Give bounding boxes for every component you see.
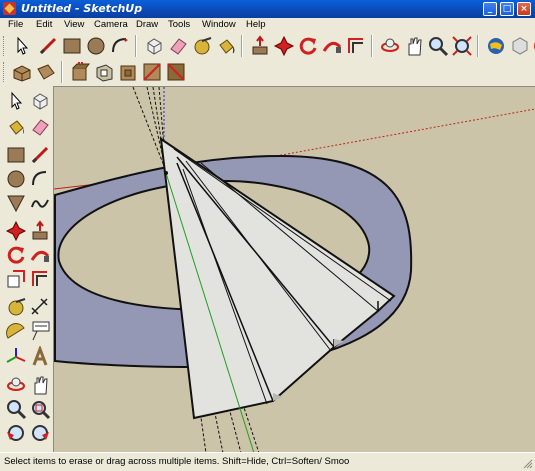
orbit-icon[interactable]	[379, 35, 401, 57]
rotate-icon[interactable]	[297, 35, 319, 57]
menu-edit[interactable]: Edit	[36, 18, 52, 33]
offset-icon[interactable]	[345, 35, 367, 57]
orbit-icon[interactable]	[5, 374, 27, 396]
top-view-icon[interactable]	[35, 61, 57, 83]
make-component-icon[interactable]	[143, 35, 165, 57]
axes-icon[interactable]	[5, 346, 27, 368]
rectangle-icon[interactable]	[5, 144, 27, 166]
select-icon[interactable]	[5, 90, 27, 112]
close-button[interactable]: ×	[517, 2, 531, 16]
zoom-icon[interactable]	[5, 398, 27, 420]
toolbar-separator	[135, 35, 137, 57]
left-view-icon[interactable]	[141, 61, 163, 83]
text-icon[interactable]	[29, 320, 51, 342]
share-model-icon[interactable]	[509, 35, 531, 57]
rotate-icon[interactable]	[5, 244, 27, 266]
rectangle-icon[interactable]	[61, 35, 83, 57]
tape-measure-icon[interactable]	[191, 35, 213, 57]
minimize-button[interactable]: _	[483, 2, 497, 16]
toolbar-grip[interactable]	[3, 36, 7, 56]
drawing-viewport[interactable]	[53, 86, 535, 453]
views-toolbar	[3, 60, 203, 84]
status-bar: Select items to erase or drag across mul…	[0, 452, 535, 471]
menu-bar: File Edit View Camera Draw Tools Window …	[0, 18, 535, 33]
zoom-extents-icon[interactable]	[451, 35, 473, 57]
zoom-window-icon[interactable]	[29, 398, 51, 420]
menu-view[interactable]: View	[64, 18, 84, 33]
paint-bucket-icon[interactable]	[5, 116, 27, 138]
follow-me-icon[interactable]	[321, 35, 343, 57]
pan-icon[interactable]	[403, 35, 425, 57]
follow-me-icon[interactable]	[29, 244, 51, 266]
iso-view-icon[interactable]	[11, 61, 33, 83]
dimension-icon[interactable]	[29, 296, 51, 318]
title-bar[interactable]: Untitled - SketchUp _ □ ×	[0, 0, 535, 18]
toolbar-separator	[371, 35, 373, 57]
sketchup-window: Untitled - SketchUp _ □ × File Edit View…	[0, 0, 535, 471]
components-icon[interactable]	[531, 35, 535, 57]
make-component-icon[interactable]	[29, 90, 51, 112]
select-icon[interactable]	[11, 35, 33, 57]
previous-view-icon[interactable]	[5, 422, 27, 444]
move-icon[interactable]	[273, 35, 295, 57]
maximize-button[interactable]: □	[500, 2, 514, 16]
line-icon[interactable]	[29, 144, 51, 166]
window-title: Untitled - SketchUp	[21, 2, 143, 15]
right-view-icon[interactable]	[93, 61, 115, 83]
scale-icon[interactable]	[5, 268, 27, 290]
menu-help[interactable]: Help	[246, 18, 266, 33]
back-view-icon[interactable]	[117, 61, 139, 83]
toolbar-separator	[241, 35, 243, 57]
offset-icon[interactable]	[29, 268, 51, 290]
circle-icon[interactable]	[85, 35, 107, 57]
arc-icon[interactable]	[109, 35, 131, 57]
protractor-icon[interactable]	[5, 320, 27, 342]
circle-icon[interactable]	[5, 168, 27, 190]
next-view-icon[interactable]	[29, 422, 51, 444]
push-pull-icon[interactable]	[249, 35, 271, 57]
resize-grip-icon[interactable]	[522, 458, 533, 469]
menu-tools[interactable]: Tools	[168, 18, 190, 33]
menu-window[interactable]: Window	[202, 18, 236, 33]
line-icon[interactable]	[37, 35, 59, 57]
arc-icon[interactable]	[29, 168, 51, 190]
eraser-icon[interactable]	[167, 35, 189, 57]
move-icon[interactable]	[5, 220, 27, 242]
menu-file[interactable]: File	[8, 18, 23, 33]
main-toolbar	[3, 34, 535, 58]
menu-camera[interactable]: Camera	[94, 18, 128, 33]
polygon-icon[interactable]	[5, 192, 27, 214]
get-models-icon[interactable]	[485, 35, 507, 57]
menu-draw[interactable]: Draw	[136, 18, 158, 33]
pan-icon[interactable]	[29, 374, 51, 396]
toolbar-separator	[477, 35, 479, 57]
tape-measure-icon[interactable]	[5, 296, 27, 318]
eraser-icon[interactable]	[29, 116, 51, 138]
right-view-alt-icon[interactable]	[165, 61, 187, 83]
toolbar-separator	[61, 61, 63, 83]
toolbar-grip[interactable]	[3, 62, 7, 82]
status-message: Select items to erase or drag across mul…	[4, 456, 350, 467]
freehand-icon[interactable]	[29, 192, 51, 214]
zoom-icon[interactable]	[427, 35, 449, 57]
paint-bucket-icon[interactable]	[215, 35, 237, 57]
sketchup-app-icon[interactable]	[3, 2, 16, 15]
3d-text-icon[interactable]	[29, 346, 51, 368]
large-tool-set	[3, 88, 53, 448]
front-view-icon[interactable]	[69, 61, 91, 83]
push-pull-icon[interactable]	[29, 220, 51, 242]
